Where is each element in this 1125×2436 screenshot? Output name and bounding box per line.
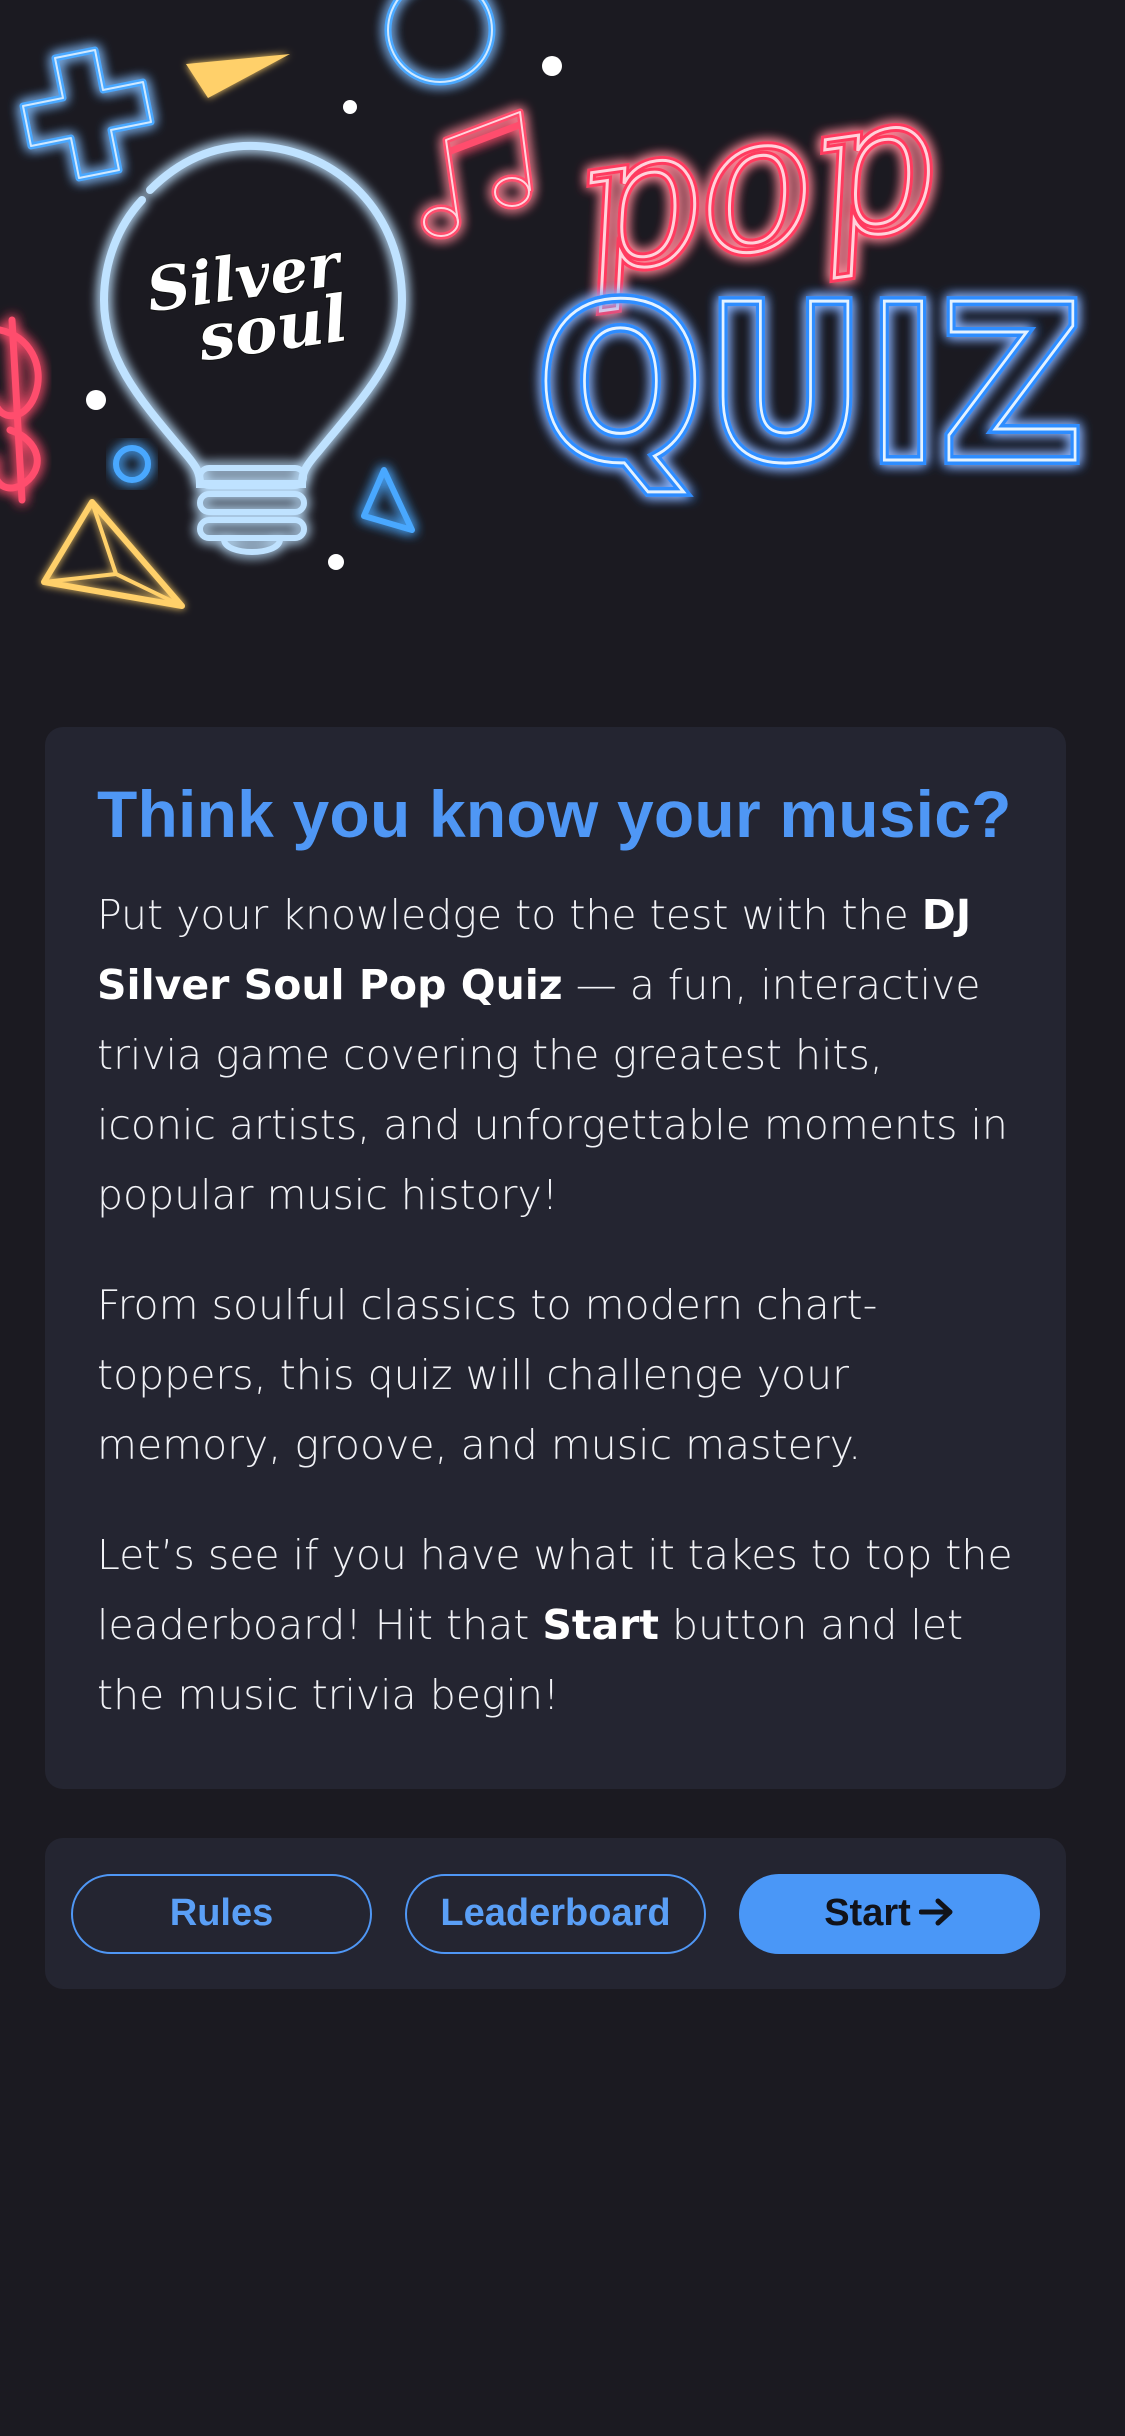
small-triangle-icon	[361, 467, 415, 533]
leaderboard-label: Leaderboard	[440, 1892, 671, 1934]
rules-label: Rules	[169, 1892, 274, 1934]
hero-banner: Silver soul pop pop QUIZ QUIZ	[0, 0, 1125, 660]
svg-text:QUIZ: QUIZ	[536, 259, 1084, 512]
music-note-icon	[420, 108, 534, 240]
card-title: Think you know your music?	[97, 777, 1012, 851]
rules-button[interactable]: Rules	[71, 1873, 372, 1954]
circle-shape-icon	[384, 0, 496, 86]
small-circle-icon	[113, 445, 151, 483]
dot-icon	[542, 56, 562, 76]
call-to-action-paragraph: Let’s see if you have what it takes to t…	[97, 1520, 1014, 1730]
quiz-neon-text: QUIZ QUIZ	[531, 254, 1089, 517]
dot-icon	[343, 100, 357, 114]
description-paragraph: From soulful classics to modern chart-to…	[97, 1280, 878, 1469]
yellow-triangle-icon	[186, 54, 290, 98]
intro-card: Think you know your music? Put your know…	[45, 727, 1066, 1789]
plus-shape-icon	[19, 46, 155, 182]
treble-clef-icon	[0, 316, 42, 504]
silver-soul-logo: Silver soul	[141, 228, 353, 377]
intro-paragraph: Put your knowledge to the test with the …	[97, 880, 1014, 1230]
start-button[interactable]: Start	[739, 1873, 1040, 1954]
dot-icon	[86, 390, 106, 410]
leaderboard-button[interactable]: Leaderboard	[405, 1873, 706, 1954]
arrow-right-icon	[918, 1892, 955, 1936]
start-emphasis: Start	[542, 1600, 659, 1649]
pyramid-icon	[41, 499, 185, 609]
start-label: Start	[824, 1892, 911, 1934]
action-bar: Rules Leaderboard Start	[45, 1838, 1066, 1989]
dot-icon	[328, 554, 344, 570]
intro-text: Put your knowledge to the test with the	[97, 890, 922, 939]
